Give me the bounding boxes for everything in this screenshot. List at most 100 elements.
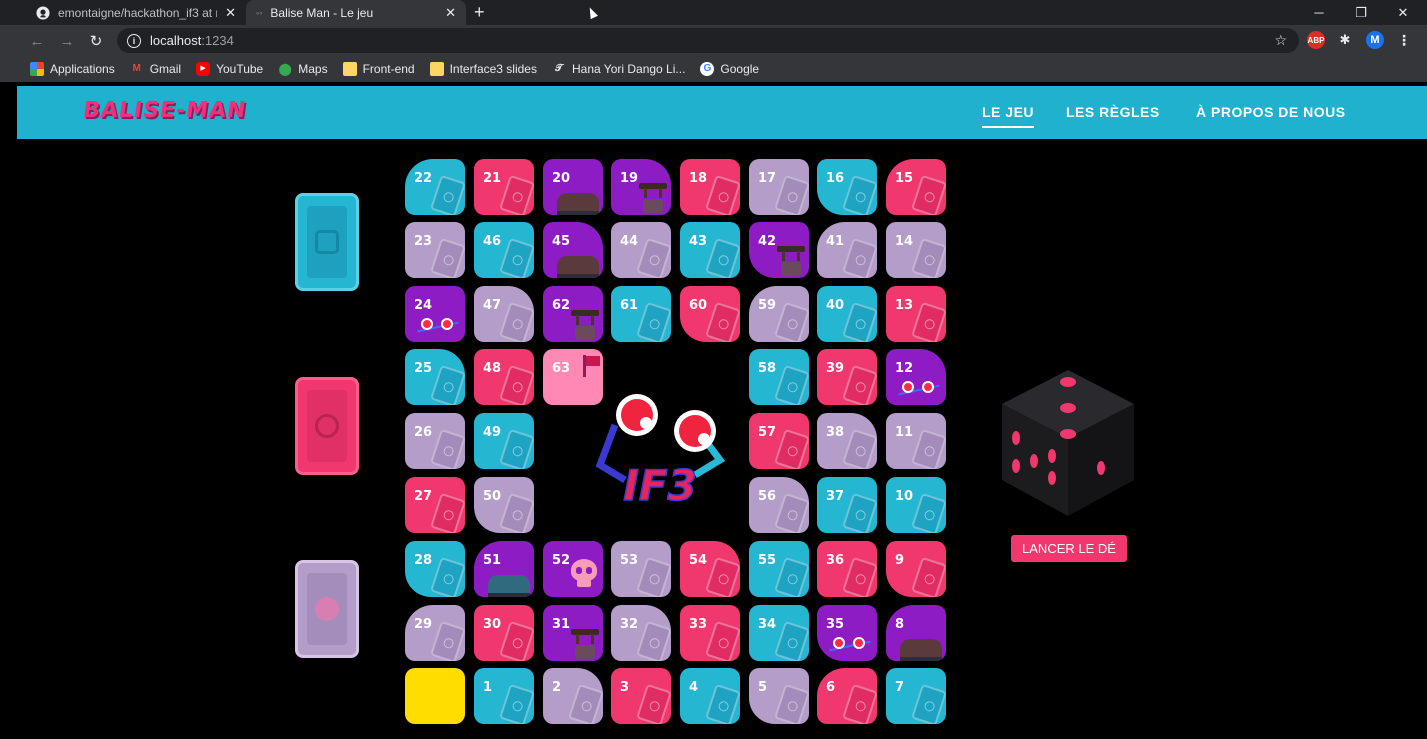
info-icon[interactable]: i <box>127 33 141 48</box>
folder-icon <box>342 62 357 76</box>
flag-icon <box>583 355 601 377</box>
bookmark-youtube[interactable]: ▶ YouTube <box>196 62 263 76</box>
card-icon <box>842 683 877 724</box>
restore-button[interactable]: ❐ <box>1339 0 1383 25</box>
board-cell-number: 21 <box>483 171 502 186</box>
nav-a-propos[interactable]: À PROPOS DE NOUS <box>1196 104 1346 120</box>
card-icon <box>705 620 740 661</box>
board-cell-number: 60 <box>689 298 708 313</box>
card-icon <box>499 174 534 215</box>
board-cell-24: 24 <box>405 286 465 342</box>
board-cell-start <box>405 668 465 724</box>
card-icon <box>636 237 671 278</box>
profile-avatar[interactable]: M <box>1366 31 1384 49</box>
bookmark-label: Front-end <box>362 62 415 76</box>
bookmark-label: Applications <box>50 62 115 76</box>
card-icon <box>499 492 534 533</box>
close-icon[interactable]: ✕ <box>445 5 456 21</box>
window-close-button[interactable]: ✕ <box>1381 0 1425 25</box>
bookmark-star-icon[interactable]: ☆ <box>1274 32 1287 49</box>
mascot-arm-left <box>595 423 627 484</box>
eyes-icon <box>417 318 459 333</box>
bookmark-hana-yori-dango[interactable]: 𝒯 Hana Yori Dango Li... <box>552 62 685 76</box>
board-cell-3: 3 <box>611 668 671 724</box>
bookmark-front-end[interactable]: Front-end <box>342 62 415 76</box>
board-cell-40: 40 <box>817 286 877 342</box>
board-cell-19: 19 <box>611 159 671 215</box>
card-icon <box>842 364 877 405</box>
board-cell-25: 25 <box>405 349 465 405</box>
board-cell-45: 45 <box>543 222 603 278</box>
bookmark-applications[interactable]: Applications <box>30 62 115 76</box>
if3-mascot-icon: IF3 <box>595 394 726 511</box>
card-icon <box>430 556 465 597</box>
board-cell-47: 47 <box>474 286 534 342</box>
well-icon <box>571 629 599 659</box>
card-icon <box>705 683 740 724</box>
site-logo[interactable]: BALISE-MAN <box>81 98 248 123</box>
tab-github[interactable]: emontaigne/hackathon_if3 at ma ✕ <box>26 0 246 25</box>
bookmark-interface3-slides[interactable]: Interface3 slides <box>429 62 537 76</box>
site-header: BALISE-MAN LE JEU LES RÈGLES À PROPOS DE… <box>17 86 1427 139</box>
board-cell-number: 57 <box>758 425 777 440</box>
forward-button[interactable]: → <box>56 30 78 52</box>
dice-pip <box>1060 377 1076 387</box>
mascot-text: IF3 <box>623 461 697 510</box>
dice-pip <box>1048 449 1056 463</box>
address-bar[interactable]: i localhost:1234 ☆ <box>117 28 1299 53</box>
board-cell-59: 59 <box>749 286 809 342</box>
menu-kebab-icon[interactable]: ⋮ <box>1395 31 1413 49</box>
dice-pip <box>1060 403 1076 413</box>
back-button[interactable]: ← <box>26 30 48 52</box>
github-icon <box>36 5 50 20</box>
card-icon <box>568 683 603 724</box>
board-cell-43: 43 <box>680 222 740 278</box>
apps-grid-icon <box>30 62 44 76</box>
board-cell-number: 4 <box>689 680 699 695</box>
dice-icon[interactable] <box>1000 368 1136 518</box>
board-cell-13: 13 <box>886 286 946 342</box>
mascot-glint-left <box>640 417 652 429</box>
close-icon[interactable]: ✕ <box>225 5 236 21</box>
nav-le-jeu[interactable]: LE JEU <box>982 104 1035 128</box>
card-stack-pink[interactable] <box>295 377 359 475</box>
board-cell-29: 29 <box>405 605 465 661</box>
bookmark-maps[interactable]: ⬤ Maps <box>278 62 328 76</box>
board-cell-42: 42 <box>749 222 809 278</box>
card-icon <box>911 683 946 724</box>
card-stack-lilac[interactable] <box>295 560 359 658</box>
new-tab-button[interactable]: + <box>474 0 485 25</box>
board-cell-number: 2 <box>552 680 562 695</box>
tab-balise-man[interactable]: ◦◦ Balise Man - Le jeu ✕ <box>246 0 466 25</box>
bookmark-gmail[interactable]: M Gmail <box>130 62 182 76</box>
board-cell-number: 22 <box>414 171 433 186</box>
roll-dice-button[interactable]: LANCER LE DÉ <box>1011 535 1127 562</box>
board-cell-number: 5 <box>758 680 768 695</box>
card-stack-blue[interactable] <box>295 193 359 291</box>
nav-les-regles[interactable]: LES RÈGLES <box>1066 104 1160 120</box>
eyes-icon <box>898 381 940 396</box>
well-icon <box>639 183 667 213</box>
card-icon <box>499 364 534 405</box>
youtube-icon: ▶ <box>196 62 211 76</box>
eyes-icon <box>829 637 871 652</box>
card-icon <box>499 237 534 278</box>
board-cell-5: 5 <box>749 668 809 724</box>
board-cell-number: 8 <box>895 617 905 632</box>
board-cell-number: 59 <box>758 298 777 313</box>
board-cell-61: 61 <box>611 286 671 342</box>
board-cell-number: 10 <box>895 489 914 504</box>
reload-button[interactable]: ↻ <box>85 30 107 52</box>
board-cell-9: 9 <box>886 541 946 597</box>
card-icon <box>430 492 465 533</box>
puzzle-icon[interactable]: ✱ <box>1336 31 1354 49</box>
board-cell-number: 14 <box>895 234 914 249</box>
card-icon <box>842 492 877 533</box>
bookmark-google[interactable]: G Google <box>700 62 759 76</box>
minimize-button[interactable]: ─ <box>1297 0 1341 25</box>
card-icon <box>430 620 465 661</box>
board-cell-6: 6 <box>817 668 877 724</box>
card-icon <box>774 364 809 405</box>
board-cell-number: 56 <box>758 489 777 504</box>
adblock-extension-icon[interactable]: ABP <box>1307 31 1325 49</box>
